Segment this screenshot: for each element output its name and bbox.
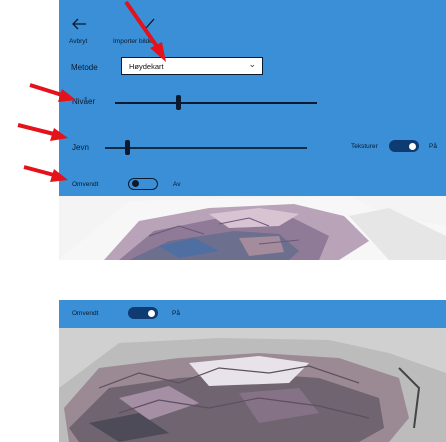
- levels-label: Nivåer: [72, 97, 96, 106]
- inverted-toggle-bottom[interactable]: [128, 307, 158, 319]
- textures-state: På: [429, 143, 437, 150]
- preview-3d-bottom[interactable]: [59, 328, 446, 442]
- smooth-track: [105, 147, 307, 149]
- levels-slider[interactable]: [115, 94, 317, 112]
- inverted-label: Omvendt: [72, 181, 99, 188]
- back-arrow-icon: [72, 18, 86, 30]
- inverted-state-bottom: På: [172, 310, 180, 317]
- chevron-down-icon: ⌄: [248, 59, 256, 69]
- levels-thumb[interactable]: [176, 95, 181, 110]
- method-value: Høydekart: [129, 62, 164, 71]
- textures-toggle[interactable]: [389, 140, 419, 152]
- cancel-button[interactable]: Avbryt: [67, 18, 97, 52]
- checkmark-icon: [141, 18, 155, 29]
- preview-3d-top[interactable]: [59, 196, 446, 260]
- smooth-slider[interactable]: [105, 139, 307, 157]
- settings-panel-bottom: Omvendt På: [59, 300, 446, 328]
- method-select[interactable]: Høydekart ⌄: [121, 57, 263, 75]
- cancel-label: Avbryt: [69, 38, 88, 45]
- inverted-toggle-bottom-knob: [148, 309, 155, 317]
- import-button[interactable]: Importer bildet: [111, 18, 171, 52]
- import-label: Importer bildet: [113, 38, 155, 45]
- inverted-state: Av: [173, 181, 181, 188]
- textures-toggle-knob: [409, 142, 416, 150]
- levels-track: [115, 102, 317, 104]
- textures-label: Teksturer: [351, 143, 378, 150]
- smooth-thumb[interactable]: [125, 140, 130, 155]
- method-label: Metode: [71, 63, 98, 72]
- inverted-toggle-knob: [132, 180, 139, 187]
- terrain-preview-image-inverted: [59, 328, 446, 442]
- terrain-preview-image: [59, 196, 446, 260]
- inverted-toggle[interactable]: [128, 178, 158, 190]
- inverted-label-bottom: Omvendt: [72, 310, 99, 317]
- smooth-label: Jevn: [72, 143, 89, 152]
